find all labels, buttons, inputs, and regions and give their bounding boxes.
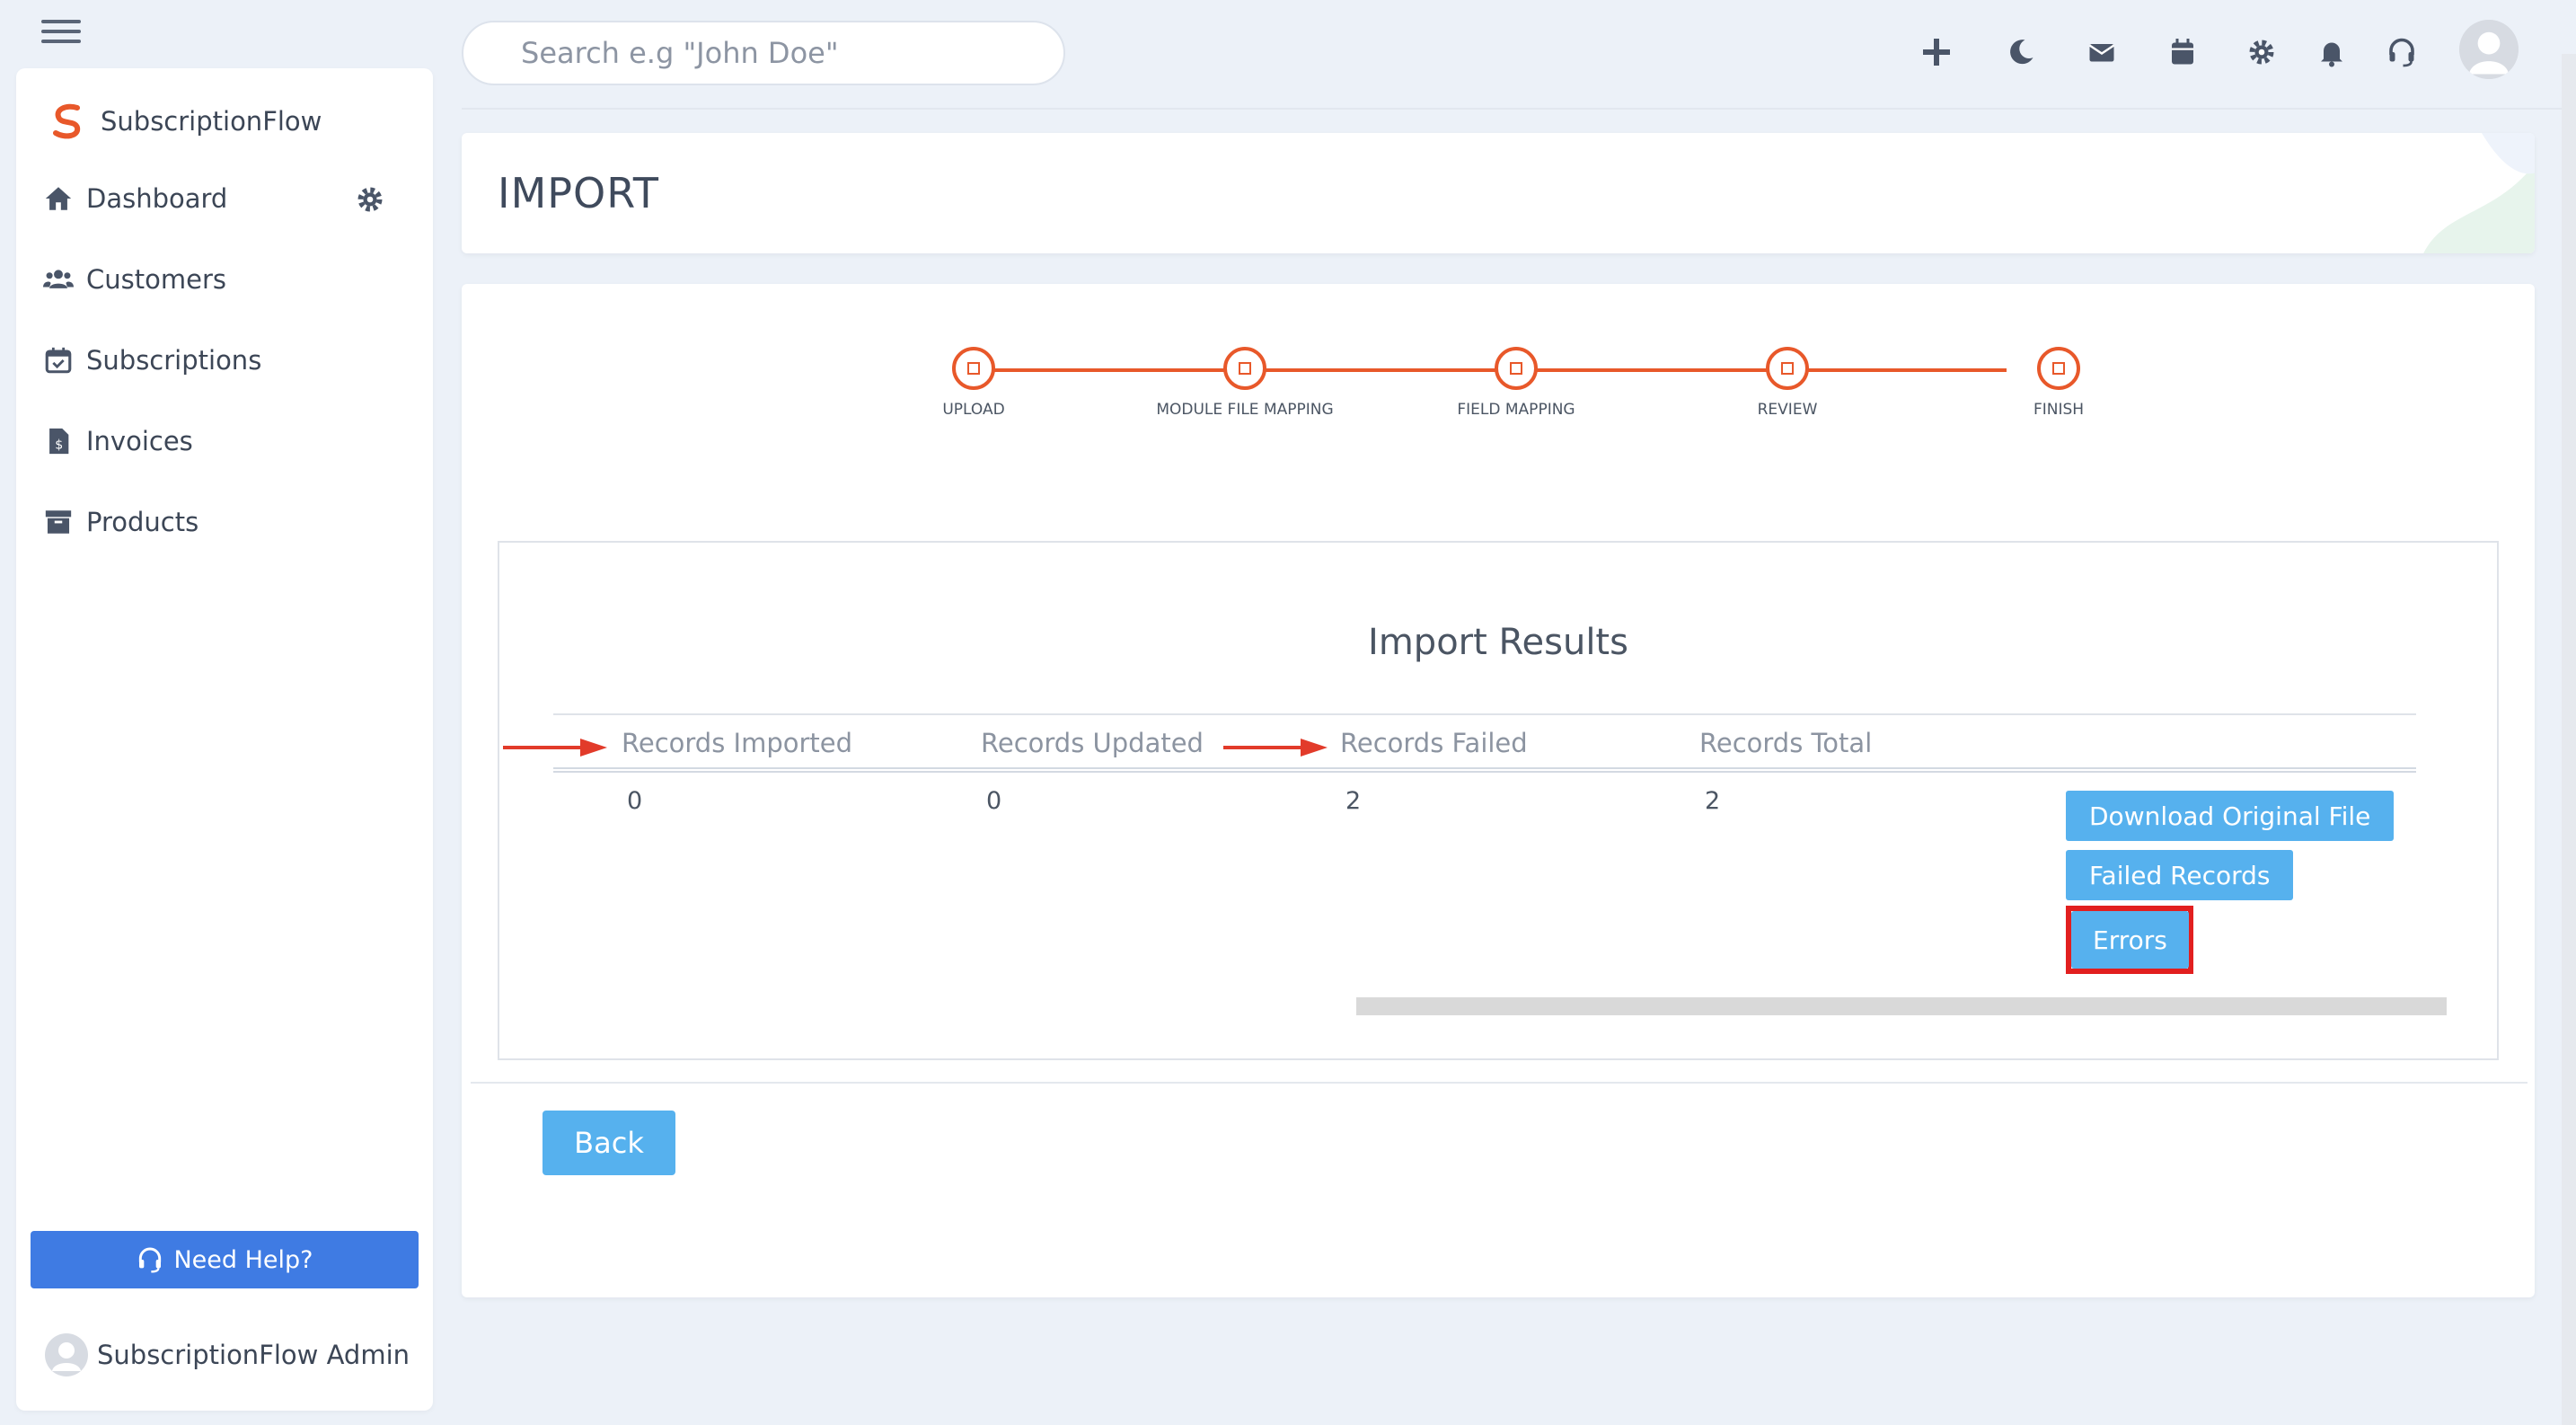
step-marker bbox=[2037, 347, 2080, 390]
archive-icon bbox=[45, 510, 72, 534]
user-profile[interactable]: SubscriptionFlow Admin bbox=[45, 1333, 410, 1376]
moon-icon[interactable] bbox=[2001, 32, 2041, 72]
dashboard-settings-gear-icon[interactable] bbox=[354, 183, 386, 216]
sidebar-item-label: Subscriptions bbox=[86, 345, 262, 376]
sidebar-item-customers[interactable]: Customers bbox=[43, 264, 226, 295]
back-button[interactable]: Back bbox=[543, 1111, 675, 1175]
search-input[interactable] bbox=[462, 21, 1065, 85]
mail-icon[interactable] bbox=[2082, 32, 2122, 72]
menu-toggle-icon[interactable] bbox=[41, 20, 81, 47]
invoice-icon: $ bbox=[49, 428, 69, 455]
step-upload[interactable]: UPLOAD bbox=[875, 347, 1072, 419]
step-module-file-mapping[interactable]: MODULE FILE MAPPING bbox=[1146, 347, 1344, 419]
gear-icon[interactable] bbox=[2242, 32, 2281, 72]
sidebar-item-invoices[interactable]: $ Invoices bbox=[43, 426, 193, 456]
sidebar-item-dashboard[interactable]: Dashboard bbox=[43, 183, 227, 214]
sidebar-item-label: Dashboard bbox=[86, 183, 228, 214]
calendar-check-icon bbox=[45, 347, 72, 374]
download-original-file-button[interactable]: Download Original File bbox=[2066, 791, 2395, 841]
step-label: REVIEW bbox=[1757, 401, 1818, 419]
card-divider bbox=[471, 1082, 2527, 1084]
results-title: Import Results bbox=[1368, 622, 1628, 663]
headset-icon bbox=[139, 1247, 162, 1273]
sidebar-item-label: Invoices bbox=[86, 426, 193, 456]
bell-icon[interactable] bbox=[2312, 32, 2351, 72]
topbar-divider bbox=[462, 108, 2563, 110]
column-header-records-failed: Records Failed bbox=[1340, 728, 1528, 758]
failed-records-button[interactable]: Failed Records bbox=[2066, 850, 2294, 900]
avatar[interactable] bbox=[2459, 20, 2519, 79]
table-header-border bbox=[553, 767, 2416, 773]
subscriptionflow-logo-icon bbox=[53, 103, 81, 139]
step-marker bbox=[1766, 347, 1809, 390]
step-review[interactable]: REVIEW bbox=[1689, 347, 1886, 419]
need-help-button[interactable]: Need Help? bbox=[31, 1231, 419, 1288]
brand-logo[interactable]: SubscriptionFlow bbox=[47, 101, 322, 142]
records-total-value: 2 bbox=[1705, 787, 1721, 815]
user-name: SubscriptionFlow Admin bbox=[97, 1340, 410, 1370]
step-label: FINISH bbox=[2033, 401, 2085, 419]
decorative-wave bbox=[2423, 133, 2535, 253]
step-finish[interactable]: FINISH bbox=[1960, 347, 2157, 419]
users-icon bbox=[43, 270, 74, 288]
records-failed-value: 2 bbox=[1345, 787, 1362, 815]
svg-text:$: $ bbox=[55, 438, 63, 453]
step-marker bbox=[1495, 347, 1538, 390]
step-label: FIELD MAPPING bbox=[1457, 401, 1575, 419]
import-results-panel: Import Results Records Imported Records … bbox=[498, 541, 2499, 1060]
sidebar-item-label: Customers bbox=[86, 264, 226, 295]
records-updated-value: 0 bbox=[986, 787, 1002, 815]
import-stepper: UPLOAD MODULE FILE MAPPING FIELD MAPPING… bbox=[942, 347, 2084, 428]
page-header: IMPORT bbox=[462, 133, 2535, 253]
column-header-records-imported: Records Imported bbox=[622, 728, 853, 758]
headset-icon[interactable] bbox=[2382, 32, 2422, 72]
sidebar-item-subscriptions[interactable]: Subscriptions bbox=[43, 345, 261, 376]
page-scrollbar[interactable] bbox=[2562, 54, 2576, 1425]
table-top-border bbox=[553, 713, 2416, 715]
records-imported-value: 0 bbox=[627, 787, 643, 815]
need-help-label: Need Help? bbox=[173, 1245, 313, 1274]
plus-icon[interactable] bbox=[1917, 32, 1956, 72]
sidebar-item-label: Products bbox=[86, 507, 199, 537]
avatar bbox=[45, 1333, 88, 1376]
brand-name: SubscriptionFlow bbox=[101, 106, 322, 137]
horizontal-scrollbar[interactable] bbox=[1356, 997, 2447, 1015]
column-header-records-updated: Records Updated bbox=[981, 728, 1204, 758]
step-label: MODULE FILE MAPPING bbox=[1156, 401, 1334, 419]
step-field-mapping[interactable]: FIELD MAPPING bbox=[1417, 347, 1615, 419]
step-marker bbox=[952, 347, 995, 390]
sidebar-item-products[interactable]: Products bbox=[43, 507, 198, 537]
step-label: UPLOAD bbox=[942, 401, 1005, 419]
red-arrow-annotation bbox=[1223, 739, 1328, 757]
red-arrow-annotation bbox=[503, 739, 607, 757]
calendar-icon[interactable] bbox=[2163, 32, 2202, 72]
home-icon bbox=[45, 187, 72, 210]
errors-button[interactable]: Errors bbox=[2071, 911, 2189, 969]
step-marker bbox=[1223, 347, 1266, 390]
column-header-records-total: Records Total bbox=[1699, 728, 1873, 758]
page-title: IMPORT bbox=[498, 169, 659, 217]
